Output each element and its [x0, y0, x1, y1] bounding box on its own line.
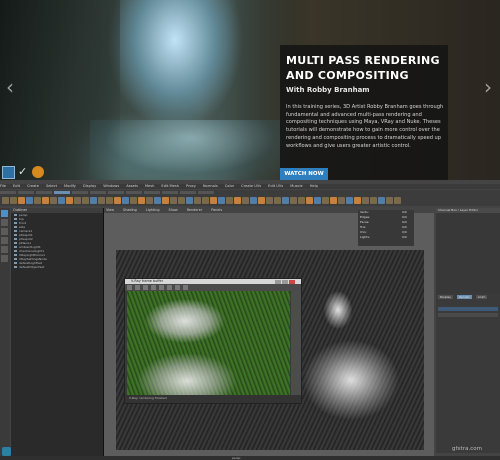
- heads-up-display: Verts: 0/0 Edges: 0/0 Faces: 0/0 Tris: 0/0 UVs: 0…: [358, 210, 414, 246]
- viewport-menu-item[interactable]: Shading: [121, 208, 137, 213]
- channel-box: Channel Box / Layer Editor: [436, 208, 500, 293]
- menu-item[interactable]: Edit: [13, 184, 20, 189]
- course-title: MULTI PASS RENDERING AND COMPOSITING: [286, 54, 440, 82]
- outliner-list: persp top front side camera1 pTeapot1 pTeapot2…: [11, 213, 103, 269]
- hud-stat-label: Lights:: [360, 235, 371, 239]
- software-logos: ✓: [2, 165, 44, 180]
- channel-box-title: Channel Box / Layer Editor: [436, 208, 500, 213]
- help-line: persp: [0, 456, 500, 460]
- hero-banner: ‹ › MULTI PASS RENDERING AND COMPOSITING…: [0, 0, 500, 180]
- menu-item[interactable]: Help: [310, 184, 318, 189]
- viewport-menu-item[interactable]: View: [104, 208, 114, 213]
- hud-stat-row: Lights: 0/0: [358, 235, 414, 240]
- menu-item[interactable]: Normals: [203, 184, 218, 189]
- move-tool-icon[interactable]: [1, 237, 8, 244]
- viewport-menu-item[interactable]: Lighting: [144, 208, 160, 213]
- chevron-left-icon[interactable]: ‹: [6, 75, 14, 99]
- menu-item[interactable]: Proxy: [186, 184, 196, 189]
- render-window-side-toolbar: [291, 291, 301, 395]
- tool-box: [0, 208, 10, 458]
- render-window-toolbar: [125, 284, 301, 291]
- rotate-tool-icon[interactable]: [1, 246, 8, 253]
- menu-item[interactable]: Assets: [126, 184, 138, 189]
- scale-tool-icon[interactable]: [1, 255, 8, 262]
- nuke-logo-icon: [32, 166, 44, 178]
- rendered-teapots-image: [127, 291, 290, 395]
- viewport-menu-item[interactable]: Show: [167, 208, 178, 213]
- menu-item[interactable]: Color: [225, 184, 234, 189]
- layer-row[interactable]: [438, 313, 498, 317]
- course-author: With Robby Branham: [286, 86, 370, 94]
- menu-item[interactable]: Mesh: [145, 184, 154, 189]
- viewport-menu-item[interactable]: Panels: [209, 208, 222, 213]
- render-frame-buffer-window: V-Ray frame buffer V-Ray: rendering fini…: [124, 278, 302, 404]
- hud-stat-value: 0/0: [402, 235, 407, 239]
- render-status-text: V-Ray: rendering finished: [129, 396, 167, 400]
- layer-row[interactable]: [438, 307, 498, 311]
- maya-logo-icon: [2, 166, 15, 179]
- help-line-text: persp: [232, 456, 241, 460]
- maximize-icon[interactable]: [282, 279, 288, 284]
- minimize-icon[interactable]: [275, 279, 281, 284]
- outliner-panel: Outliner persp top front side camera1 pTeapot…: [11, 208, 104, 456]
- course-description: In this training series, 3D Artist Robby…: [286, 104, 444, 149]
- render-window-status-bar: V-Ray: rendering finished: [125, 395, 301, 403]
- paint-tool-icon[interactable]: [1, 228, 8, 235]
- menu-item[interactable]: Muscle: [290, 184, 302, 189]
- select-tool-icon[interactable]: [1, 210, 8, 217]
- shelf-tool-icons[interactable]: [2, 197, 422, 205]
- menu-item[interactable]: Display: [83, 184, 96, 189]
- lasso-tool-icon[interactable]: [1, 219, 8, 226]
- menu-item[interactable]: Create UVs: [241, 184, 261, 189]
- chevron-right-icon[interactable]: ›: [484, 75, 492, 99]
- menu-item[interactable]: File: [0, 184, 6, 189]
- shelf: [0, 190, 500, 206]
- watermark-text: gfxtra.com: [452, 446, 482, 452]
- layer-tab[interactable]: Anim: [475, 295, 488, 299]
- vray-logo-icon: ✓: [18, 165, 28, 178]
- layer-tab[interactable]: Display: [438, 295, 454, 299]
- close-icon[interactable]: [289, 279, 295, 284]
- layer-tab[interactable]: Render: [457, 295, 472, 299]
- menu-item[interactable]: Modify: [64, 184, 76, 189]
- viewport-menu-item[interactable]: Renderer: [185, 208, 202, 213]
- menu-item[interactable]: Windows: [103, 184, 119, 189]
- main-menu-bar: File Edit Create Select Modify Display Windows…: [0, 184, 500, 189]
- watch-now-button[interactable]: WATCH NOW: [280, 168, 328, 180]
- layer-editor: Display Render Anim: [436, 293, 500, 453]
- taskbar-app-icon[interactable]: [2, 447, 11, 456]
- menu-item[interactable]: Edit Mesh: [161, 184, 179, 189]
- course-info-panel: MULTI PASS RENDERING AND COMPOSITING Wit…: [280, 45, 448, 180]
- menu-item[interactable]: Edit UVs: [268, 184, 283, 189]
- hero-water-reflection: [90, 120, 290, 180]
- outliner-item[interactable]: defaultObjectSet: [11, 265, 103, 269]
- menu-item[interactable]: Create: [27, 184, 39, 189]
- menu-item[interactable]: Select: [46, 184, 57, 189]
